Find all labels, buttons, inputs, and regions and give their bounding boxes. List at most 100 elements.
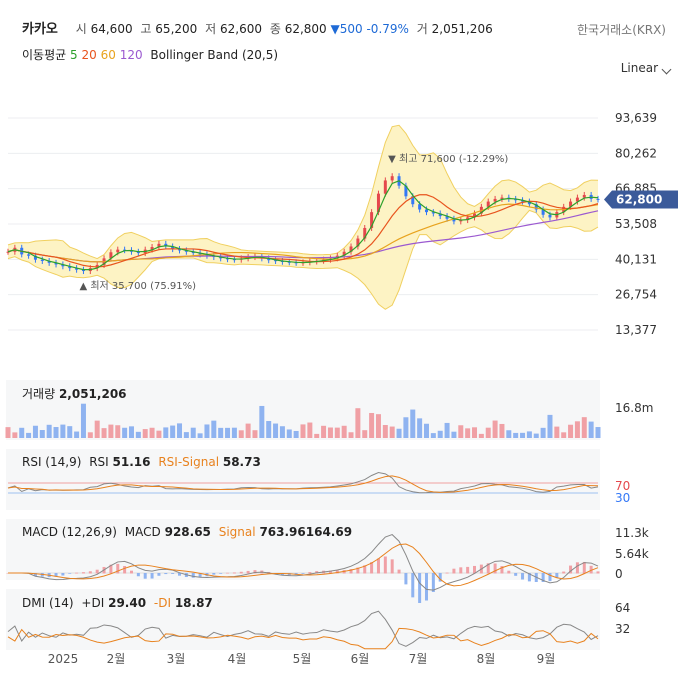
volume-bar bbox=[588, 421, 594, 438]
macd-hist-bar bbox=[514, 573, 518, 576]
price-y-tick: 13,377 bbox=[615, 323, 657, 337]
volume-bar bbox=[108, 424, 114, 438]
pdi-value: 29.40 bbox=[108, 596, 147, 610]
volume-panel-label: 거래량 2,051,206 bbox=[22, 385, 127, 402]
volume-bar bbox=[115, 425, 121, 438]
macd-hist-bar bbox=[308, 572, 312, 574]
volume-bar bbox=[327, 427, 333, 438]
candle-body bbox=[383, 180, 387, 194]
volume-bar bbox=[101, 428, 107, 438]
high-annotation: ▼ 최고 71,600 (-12.29%) bbox=[388, 153, 508, 165]
volume-bar bbox=[348, 432, 354, 438]
volume-bar bbox=[300, 424, 306, 438]
volume-bar bbox=[499, 423, 505, 438]
macd-hist-bar bbox=[246, 570, 250, 574]
x-axis-tick: 2월 bbox=[107, 652, 126, 666]
macd-hist-bar bbox=[150, 573, 154, 579]
price-y-tick: 53,508 bbox=[615, 217, 657, 231]
macd-hist-bar bbox=[226, 572, 230, 574]
volume-bar bbox=[183, 432, 189, 438]
volume-bar bbox=[430, 433, 436, 438]
macd-hist-bar bbox=[445, 572, 449, 574]
volume-bar bbox=[60, 424, 66, 438]
candle-body bbox=[390, 176, 394, 181]
price-y-tick: 93,639 bbox=[615, 111, 657, 125]
macd-hist-bar bbox=[404, 573, 408, 585]
candle-body bbox=[493, 198, 497, 202]
macd-hist-bar bbox=[575, 562, 579, 574]
macd-name: MACD bbox=[124, 525, 161, 539]
macd-hist-bar bbox=[239, 571, 243, 574]
volume-bar bbox=[526, 431, 532, 438]
macd-hist-bar bbox=[157, 573, 161, 576]
rsi-name: RSI bbox=[89, 455, 109, 469]
macd-hist-bar bbox=[459, 567, 463, 574]
mdi-name: -DI bbox=[153, 596, 171, 610]
volume-bar bbox=[80, 403, 86, 438]
volume-bar bbox=[128, 426, 134, 438]
volume-bar bbox=[135, 431, 141, 438]
volume-bar bbox=[197, 433, 203, 438]
x-axis-tick: 6월 bbox=[351, 652, 370, 666]
volume-bar bbox=[204, 424, 210, 438]
macd-panel-label: MACD (12,26,9) MACD 928.65 Signal 763.96… bbox=[22, 525, 352, 539]
macd-title: MACD (12,26,9) bbox=[22, 525, 117, 539]
macd-tick-high: 11.3k bbox=[615, 526, 649, 540]
volume-bar bbox=[53, 427, 59, 438]
macd-hist-bar bbox=[466, 566, 470, 574]
volume-bar bbox=[74, 431, 80, 438]
volume-bar bbox=[149, 427, 155, 438]
x-axis-tick: 3월 bbox=[167, 652, 186, 666]
stock-chart[interactable]: 93,63980,26266,88553,50840,13126,75413,3… bbox=[0, 0, 680, 697]
volume-bar bbox=[362, 430, 368, 438]
volume-bar bbox=[314, 433, 320, 438]
volume-bar bbox=[417, 418, 423, 438]
candle-body bbox=[548, 214, 552, 218]
volume-bar bbox=[273, 423, 279, 438]
volume-bar bbox=[403, 417, 409, 438]
volume-bar bbox=[26, 432, 32, 438]
macd-hist-bar bbox=[452, 568, 456, 574]
volume-bar bbox=[513, 432, 519, 438]
macd-hist-bar bbox=[232, 572, 236, 574]
volume-bar bbox=[142, 429, 148, 438]
macd-hist-bar bbox=[555, 573, 559, 578]
candle-body bbox=[27, 254, 31, 256]
volume-bar bbox=[231, 427, 237, 438]
rsi-value: 51.16 bbox=[112, 455, 151, 469]
volume-bar bbox=[170, 425, 176, 438]
volume-bar bbox=[211, 420, 217, 438]
macd-value: 928.65 bbox=[164, 525, 211, 539]
volume-bar bbox=[444, 422, 450, 438]
volume-bar bbox=[355, 408, 361, 438]
volume-bar bbox=[5, 427, 11, 438]
rsi-panel-label: RSI (14,9) RSI 51.16 RSI-Signal 58.73 bbox=[22, 455, 261, 469]
macd-hist-bar bbox=[521, 573, 525, 580]
volume-bar bbox=[286, 429, 292, 438]
volume-panel-title: 거래량 bbox=[22, 387, 56, 401]
x-axis-tick: 2025 bbox=[48, 652, 79, 666]
volume-bar bbox=[238, 430, 244, 438]
price-y-tick: 26,754 bbox=[615, 288, 657, 302]
macd-hist-bar bbox=[143, 573, 147, 579]
rsi-signal-name: RSI-Signal bbox=[158, 455, 220, 469]
volume-bar bbox=[458, 425, 464, 438]
macd-hist-bar bbox=[88, 571, 92, 574]
volume-bar bbox=[561, 432, 567, 438]
volume-bar bbox=[568, 424, 574, 438]
macd-hist-bar bbox=[81, 572, 85, 574]
volume-bar bbox=[67, 426, 73, 438]
macd-hist-bar bbox=[212, 573, 216, 575]
macd-hist-bar bbox=[596, 571, 600, 574]
current-price-label: 62,800 bbox=[616, 192, 662, 206]
x-axis-tick: 5월 bbox=[293, 652, 312, 666]
macd-signal-name: Signal bbox=[218, 525, 256, 539]
macd-hist-bar bbox=[424, 573, 428, 601]
dmi-tick-32: 32 bbox=[615, 622, 630, 636]
volume-bar bbox=[266, 421, 272, 438]
macd-hist-bar bbox=[397, 569, 401, 574]
volume-bar bbox=[39, 430, 45, 438]
volume-bar bbox=[87, 432, 93, 438]
volume-bar bbox=[12, 432, 18, 438]
macd-hist-bar bbox=[136, 573, 140, 577]
